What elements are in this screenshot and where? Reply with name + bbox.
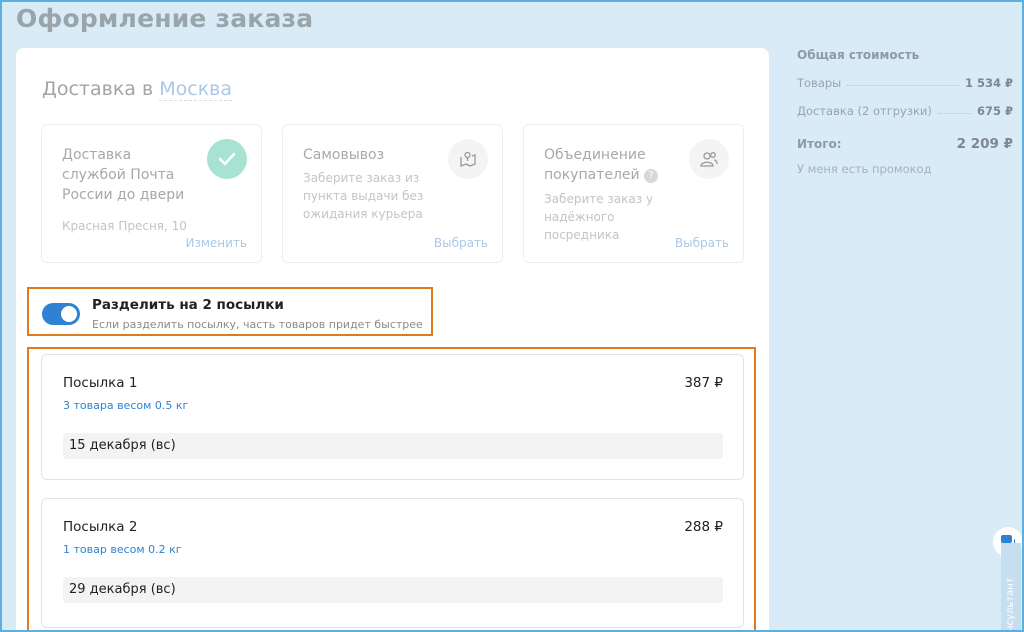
users-icon [689,139,729,179]
parcels-box: Посылка 1 387 ₽ 3 товара весом 0.5 кг 15… [27,347,756,632]
delivery-title-prefix: Доставка в [42,78,154,100]
promo-link[interactable]: У меня есть промокод [797,162,1013,176]
split-title: Разделить на 2 посылки [92,297,284,313]
delivery-option-pickup[interactable]: Самовывоз Заберите заказ из пункта выдач… [282,124,503,263]
change-link[interactable]: Изменить [186,236,248,250]
row-leader [937,113,971,114]
row-value: 1 534 ₽ [964,76,1013,90]
row-value: 675 ₽ [976,104,1013,118]
option-name: Объединение покупателей ? [544,145,694,185]
row-leader [847,85,959,86]
toggle-knob [61,306,77,322]
order-summary: Общая стоимость Товары 1 534 ₽ Доставка … [797,48,1013,176]
delivery-option-post[interactable]: Доставка службой Почта России до двери К… [41,124,262,263]
option-desc: Заберите заказ из пункта выдачи без ожид… [303,171,424,221]
option-name: Доставка службой Почта России до двери [62,147,185,203]
delivery-option-group[interactable]: Объединение покупателей ? Заберите заказ… [523,124,744,263]
parcel-price: 387 ₽ [684,375,723,391]
summary-row-goods: Товары 1 534 ₽ [797,70,1013,90]
delivery-title: Доставка в Москва [42,78,233,101]
check-icon [207,139,247,179]
row-label: Товары [797,76,842,90]
parcel-name: Посылка 1 [63,375,138,391]
option-desc: Заберите заказ у надёжного посредника [544,192,654,242]
city-link[interactable]: Москва [159,78,233,101]
consultant-label: нсультант [1005,577,1016,632]
option-name: Самовывоз [303,147,385,163]
split-subtitle: Если разделить посылку, часть товаров пр… [92,318,423,331]
page-title: Оформление заказа [16,4,314,33]
summary-title: Общая стоимость [797,48,920,62]
consultant-tab[interactable]: нсультант [1001,543,1021,632]
summary-row-delivery: Доставка (2 отгрузки) 675 ₽ [797,98,1013,118]
option-address: Красная Пресня, 10 [62,219,187,233]
select-link[interactable]: Выбрать [675,236,729,250]
help-icon[interactable]: ? [644,169,659,183]
parcel-card: Посылка 1 387 ₽ 3 товара весом 0.5 кг 15… [41,354,744,480]
row-label: Доставка (2 отгрузки) [797,104,932,118]
parcel-date[interactable]: 29 декабря (вс) [63,577,723,603]
option-name-text: Объединение покупателей [544,147,646,183]
summary-total: Итого: 2 209 ₽ [797,136,1013,152]
parcel-card: Посылка 2 288 ₽ 1 товар весом 0.2 кг 29 … [41,498,744,628]
total-label: Итого: [797,137,842,151]
parcel-name: Посылка 2 [63,519,138,535]
parcel-date[interactable]: 15 декабря (вс) [63,433,723,459]
parcel-price: 288 ₽ [684,519,723,535]
split-toggle[interactable] [42,303,80,325]
parcel-items-link[interactable]: 1 товар весом 0.2 кг [63,543,182,556]
parcel-items-link[interactable]: 3 товара весом 0.5 кг [63,399,188,412]
select-link[interactable]: Выбрать [434,236,488,250]
total-value: 2 209 ₽ [956,136,1013,152]
map-pin-icon [448,139,488,179]
split-parcels-box: Разделить на 2 посылки Если разделить по… [27,287,433,336]
